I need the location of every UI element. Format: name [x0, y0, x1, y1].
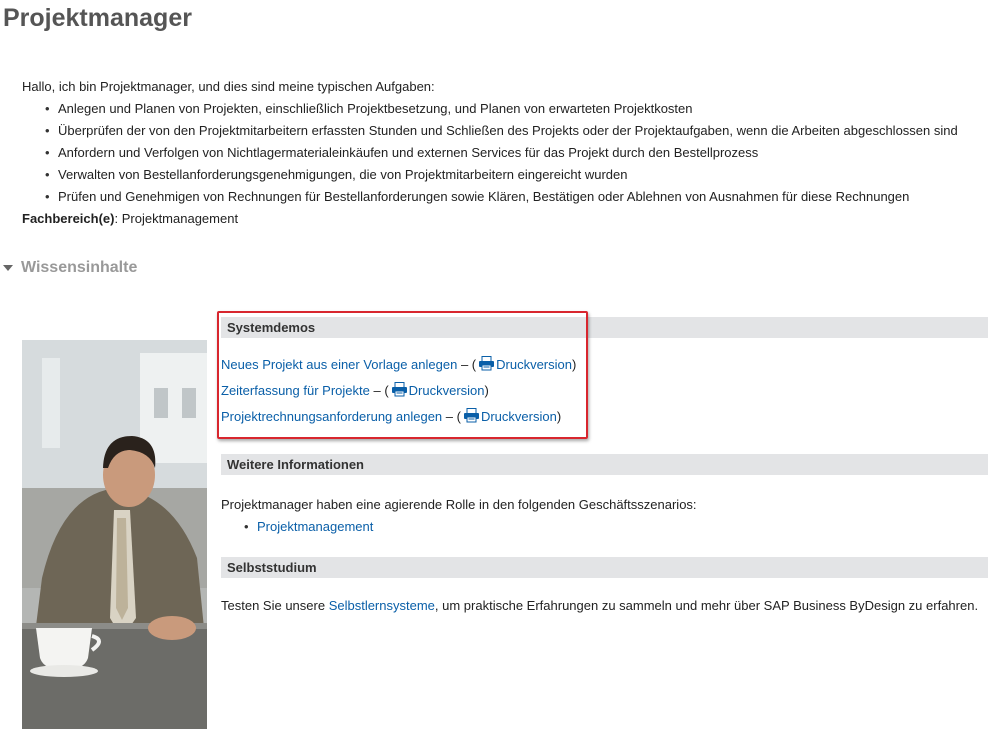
printer-icon [479, 356, 495, 371]
demo-separator: – ( [457, 357, 477, 372]
demo-close: ) [571, 357, 577, 372]
triangle-down-icon [3, 265, 13, 271]
area-value: Projektmanagement [118, 211, 239, 226]
task-item: Prüfen und Genehmigen von Rechnungen für… [45, 186, 982, 208]
area-label: Fachbereich(e) [22, 211, 115, 226]
more-info-panel: Weitere Informationen Projektmanager hab… [221, 454, 988, 538]
demo-close: ) [556, 409, 562, 424]
printer-icon [463, 408, 479, 423]
scenario-link-project-management[interactable]: Projektmanagement [257, 519, 373, 534]
knowledge-section-title: Wissensinhalte [21, 259, 138, 276]
demo-separator: – ( [442, 409, 461, 424]
project-manager-photo [22, 328, 207, 729]
knowledge-section-toggle[interactable]: Wissensinhalte [3, 259, 137, 277]
self-study-header: Selbststudium [221, 557, 988, 578]
demo-print-link[interactable]: Druckversion [476, 356, 572, 372]
scenario-list: Projektmanagement [221, 516, 988, 538]
demo-close: ) [484, 383, 489, 398]
demo-row: Projektrechnungsanforderung anlegen – ( D… [221, 404, 988, 430]
demo-link-time-recording[interactable]: Zeiterfassung für Projekte [221, 383, 370, 398]
self-study-text-before: Testen Sie unsere [221, 598, 329, 613]
self-study-text-after: , um praktische Erfahrungen zu sammeln u… [434, 598, 979, 613]
demo-list: Neues Projekt aus einer Vorlage anlegen … [221, 352, 988, 430]
more-info-header: Weitere Informationen [221, 454, 988, 475]
demo-row: Neues Projekt aus einer Vorlage anlegen … [221, 352, 988, 378]
printer-icon [391, 382, 407, 397]
demo-print-label[interactable]: Druckversion [496, 357, 572, 372]
demo-link-project-invoice-request[interactable]: Projektrechnungsanforderung anlegen [221, 409, 442, 424]
system-demos-header: Systemdemos [221, 317, 988, 338]
self-study-text: Testen Sie unsere Selbstlernsysteme, um … [221, 595, 988, 617]
task-item: Anfordern und Verfolgen von Nichtlagerma… [45, 142, 982, 164]
demo-print-link[interactable]: Druckversion [461, 408, 557, 424]
demo-separator: – ( [369, 383, 389, 398]
self-study-link[interactable]: Selbstlernsysteme [329, 598, 435, 613]
area-line: Fachbereich(e): Projektmanagement [22, 208, 982, 230]
task-list: Anlegen und Planen von Projekten, einsch… [22, 98, 982, 208]
more-info-text: Projektmanager haben eine agierende Roll… [221, 497, 697, 512]
intro-greeting: Hallo, ich bin Projektmanager, und dies … [22, 79, 435, 94]
task-item: Anlegen und Planen von Projekten, einsch… [45, 98, 982, 120]
demo-print-link[interactable]: Druckversion [389, 382, 485, 398]
task-item: Überprüfen der von den Projektmitarbeite… [45, 120, 982, 142]
scenario-item: Projektmanagement [244, 516, 988, 538]
self-study-panel: Selbststudium Testen Sie unsere Selbstle… [221, 557, 988, 617]
demo-print-label[interactable]: Druckversion [409, 383, 485, 398]
intro-section: Hallo, ich bin Projektmanager, und dies … [22, 76, 982, 230]
task-item: Verwalten von Bestellanforderungsgenehmi… [45, 164, 982, 186]
system-demos-panel: Systemdemos Neues Projekt aus einer Vorl… [221, 317, 988, 430]
demo-link-new-project[interactable]: Neues Projekt aus einer Vorlage anlegen [221, 357, 457, 372]
demo-row: Zeiterfassung für Projekte – ( Druckversi… [221, 378, 988, 404]
page-title: Projektmanager [3, 4, 192, 32]
demo-print-label[interactable]: Druckversion [481, 409, 557, 424]
